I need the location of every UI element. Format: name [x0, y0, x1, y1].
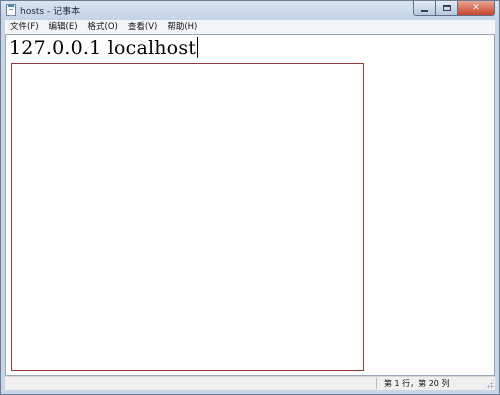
minimize-button[interactable] [413, 1, 435, 16]
text-editor-area[interactable]: 127.0.0.1 localhost [5, 34, 495, 376]
title-bar[interactable]: hosts - 记事本 ✕ [1, 1, 499, 20]
notepad-app-icon[interactable] [6, 4, 16, 16]
editor-content: 127.0.0.1 localhost [9, 37, 197, 59]
status-bar: 第 1 行，第 20 列 [5, 376, 495, 390]
maximize-button[interactable] [435, 1, 457, 16]
caption-buttons: ✕ [413, 1, 495, 17]
resize-grip-icon[interactable] [484, 379, 494, 389]
cursor-position: 第 1 行，第 20 列 [384, 379, 450, 388]
maximize-icon [442, 5, 451, 11]
highlight-rectangle [11, 63, 364, 371]
menu-bar: 文件(F) 编辑(E) 格式(O) 查看(V) 帮助(H) [5, 20, 495, 34]
menu-edit[interactable]: 编辑(E) [44, 20, 83, 34]
status-separator [376, 378, 377, 389]
notepad-window: hosts - 记事本 ✕ 文件(F) 编辑(E) 格式(O) 查看(V) 帮助… [0, 0, 500, 395]
window-title: hosts - 记事本 [20, 7, 81, 17]
editor-line[interactable]: 127.0.0.1 localhost [9, 36, 199, 60]
close-icon: ✕ [472, 3, 480, 13]
menu-view[interactable]: 查看(V) [123, 20, 162, 34]
minimize-icon [421, 9, 428, 12]
text-caret [197, 37, 199, 58]
menu-help[interactable]: 帮助(H) [162, 20, 202, 34]
close-button[interactable]: ✕ [457, 1, 495, 16]
menu-format[interactable]: 格式(O) [83, 20, 123, 34]
menu-file[interactable]: 文件(F) [5, 20, 44, 34]
